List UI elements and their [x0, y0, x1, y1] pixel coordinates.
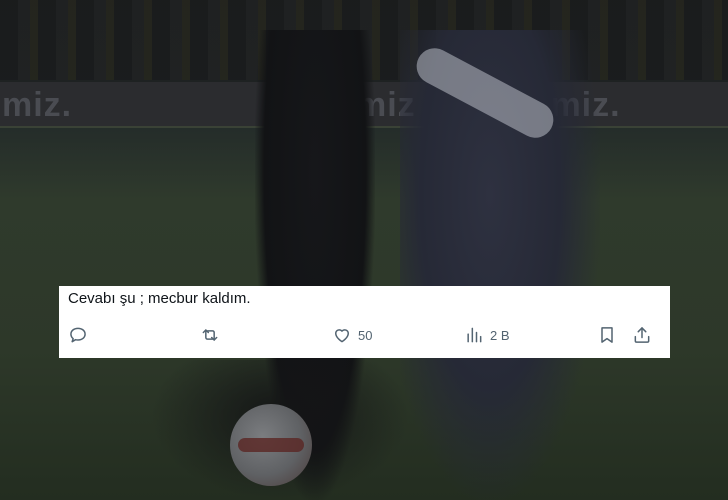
like-count: 50 [358, 327, 373, 343]
bookmark-button[interactable] [597, 320, 617, 350]
bar-chart-icon [467, 327, 482, 343]
ad-text-left: miz. [2, 86, 73, 124]
football-stripe [238, 438, 304, 452]
retweet-icon [202, 329, 218, 341]
tweet-actions: 50 2 B [59, 320, 670, 350]
like-button[interactable]: 50 [332, 320, 372, 350]
reply-icon [70, 327, 86, 343]
share-icon [634, 327, 650, 343]
tweet-text: Cevabı şu ; mecbur kaldım. [68, 290, 251, 307]
bookmark-icon [601, 327, 613, 343]
tweet-card: Cevabı şu ; mecbur kaldım. 50 2 B [59, 286, 670, 358]
reply-button[interactable] [68, 320, 88, 350]
retweet-button[interactable] [200, 320, 220, 350]
views-button[interactable]: 2 B [464, 320, 510, 350]
share-button[interactable] [632, 320, 652, 350]
views-count: 2 B [490, 327, 510, 343]
heart-icon [335, 329, 349, 343]
